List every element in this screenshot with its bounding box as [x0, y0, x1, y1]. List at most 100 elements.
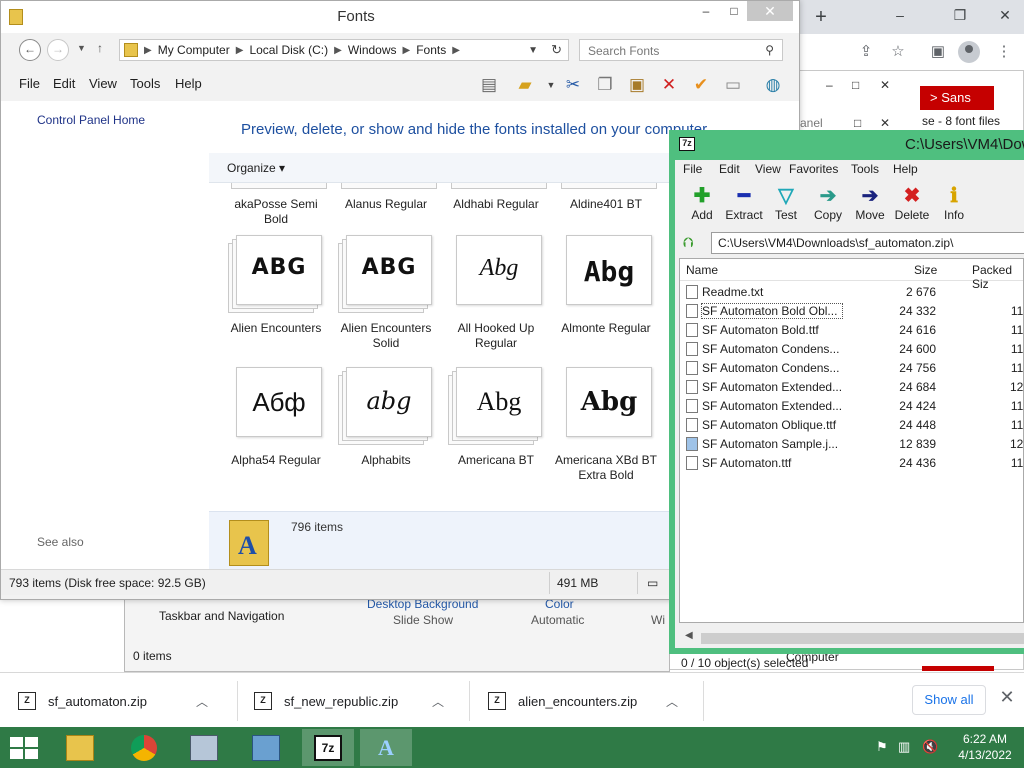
close-button[interactable]: ✕	[747, 1, 793, 21]
minimize-button[interactable]: –	[691, 1, 721, 21]
download-item[interactable]: Z sf_new_republic.zip ︿	[236, 681, 470, 721]
recent-dropdown-icon[interactable]: ▼	[77, 43, 86, 53]
taskbar-navigation-link[interactable]: Taskbar and Navigation	[159, 609, 284, 623]
folder-options-icon[interactable]: ▰	[513, 73, 537, 97]
bg-sub-close-icon[interactable]: ✕	[880, 116, 890, 130]
sans-serif-button[interactable]: > Sans serif	[920, 86, 994, 129]
chevron-up-icon[interactable]: ︿	[666, 693, 678, 710]
extract-button[interactable]: ━ Extract	[721, 184, 767, 222]
maximize-button[interactable]: □	[719, 1, 749, 21]
bg-minimize-icon[interactable]: –	[826, 78, 833, 92]
font-item[interactable]: ABG Alien Encounters Solid	[331, 235, 441, 351]
7zip-taskbar-icon[interactable]: 7z	[302, 729, 354, 766]
volume-muted-icon[interactable]: 🔇	[922, 739, 938, 755]
star-icon[interactable]: ☆	[884, 38, 912, 66]
font-item[interactable]: Abg Almonte Regular	[551, 235, 661, 336]
menu-view[interactable]: View	[755, 162, 781, 176]
browser-minimize-button[interactable]: –	[880, 0, 920, 30]
profile-avatar[interactable]	[958, 41, 980, 63]
download-item[interactable]: Z sf_automaton.zip ︿	[0, 681, 238, 721]
refresh-icon[interactable]: ↻	[551, 42, 562, 58]
download-item[interactable]: Z alien_encounters.zip ︿	[470, 681, 704, 721]
chrome-taskbar-icon[interactable]	[118, 729, 170, 766]
paste-icon[interactable]: ▣	[625, 73, 649, 97]
folder-up-icon[interactable]: ⮉	[683, 234, 694, 251]
breadcrumb-fonts[interactable]: Fonts	[416, 43, 446, 57]
menu-tools[interactable]: Tools	[851, 162, 879, 176]
forward-button[interactable]: →	[47, 39, 69, 61]
browser-close-button[interactable]: ✕	[985, 0, 1024, 30]
cut-icon[interactable]: ✂	[561, 73, 585, 97]
bg-sub-maximize-icon[interactable]: □	[854, 116, 861, 130]
list-item[interactable]: SF Automaton Extended... 24 684 12 03	[680, 378, 1023, 397]
menu-tools[interactable]: Tools	[130, 76, 160, 91]
font-item[interactable]: ABG Alien Encounters	[221, 235, 331, 336]
bg-maximize-icon[interactable]: □	[852, 78, 859, 92]
7zip-path-field[interactable]: C:\Users\VM4\Downloads\sf_automaton.zip\	[711, 232, 1024, 254]
move-button[interactable]: ➔ Move	[847, 184, 893, 222]
up-arrow-icon[interactable]: ↑	[97, 41, 103, 55]
list-item[interactable]: SF Automaton Extended... 24 424 11 42	[680, 397, 1023, 416]
action-center-flag-icon[interactable]: ⚑	[876, 739, 888, 755]
close-download-bar-icon[interactable]: ✕	[996, 687, 1018, 711]
list-item[interactable]: SF Automaton Oblique.ttf 24 448 11 83	[680, 416, 1023, 435]
globe-icon[interactable]: ◍	[761, 73, 785, 97]
font-item[interactable]: Aldhabi Regular	[441, 197, 551, 212]
network-status-icon[interactable]: ▥	[898, 739, 910, 755]
font-item[interactable]: Aldine401 BT	[551, 197, 661, 212]
list-item[interactable]: SF Automaton Bold.ttf 24 616 11 67	[680, 321, 1023, 340]
copy-icon[interactable]: ❐	[593, 73, 617, 97]
font-item[interactable]: akaPosse Semi Bold	[221, 197, 331, 227]
list-item[interactable]: SF Automaton Sample.j... 12 839 12 80	[680, 435, 1023, 454]
new-tab-button[interactable]: +	[808, 4, 834, 30]
font-item[interactable]: Abg All Hooked Up Regular	[441, 235, 551, 351]
copy-button[interactable]: ➔ Copy	[805, 184, 851, 222]
search-input[interactable]: Search Fonts ⚲	[579, 39, 783, 61]
chevron-right-icon[interactable]: ▶	[403, 45, 411, 56]
chevron-up-icon[interactable]: ︿	[432, 693, 444, 710]
chevron-right-icon[interactable]: ▶	[236, 45, 244, 56]
add-button[interactable]: ✚ Add	[679, 184, 725, 222]
menu-help[interactable]: Help	[893, 162, 918, 176]
chevron-right-icon[interactable]: ▶	[144, 45, 152, 56]
font-item[interactable]: Alanus Regular	[331, 197, 441, 212]
info-button[interactable]: ℹ Info	[931, 184, 977, 222]
menu-file[interactable]: File	[683, 162, 702, 176]
7zip-file-list[interactable]: Name Size Packed Siz Readme.txt 2 676 97 SF…	[679, 258, 1024, 623]
column-size[interactable]: Size	[914, 263, 937, 277]
start-button[interactable]	[10, 737, 38, 759]
breadcrumb-local-disk[interactable]: Local Disk (C:)	[249, 43, 328, 57]
address-dropdown-icon[interactable]: ▼	[528, 45, 538, 56]
chevron-up-icon[interactable]: ︿	[196, 693, 208, 710]
horizontal-scrollbar[interactable]: ◀	[679, 630, 1024, 646]
font-item[interactable]: Abg Americana XBd BT Extra Bold	[551, 367, 661, 483]
show-all-button[interactable]: Show all	[912, 685, 986, 715]
list-item[interactable]: Readme.txt 2 676 97	[680, 283, 1023, 302]
list-item[interactable]: SF Automaton.ttf 24 436 11 15	[680, 454, 1023, 473]
delete-button[interactable]: ✖ Delete	[889, 184, 935, 222]
scrollbar-thumb[interactable]	[701, 633, 1024, 644]
font-item[interactable]: Абф Alpha54 Regular	[221, 367, 331, 468]
computer-taskbar-icon[interactable]	[178, 729, 230, 766]
taskbar-clock[interactable]: 6:22 AM 4/13/2022	[952, 731, 1018, 763]
back-button[interactable]: ←	[19, 39, 41, 61]
control-panel-home-link[interactable]: Control Panel Home	[37, 113, 145, 127]
delete-icon[interactable]: ✕	[657, 73, 681, 97]
network-taskbar-icon[interactable]	[240, 729, 292, 766]
font-item[interactable]: abg Alphabits	[331, 367, 441, 468]
properties-icon[interactable]: ▭	[721, 73, 745, 97]
fonts-taskbar-icon[interactable]: A	[360, 729, 412, 766]
menu-edit[interactable]: Edit	[53, 76, 75, 91]
breadcrumb-windows[interactable]: Windows	[348, 43, 397, 57]
list-item[interactable]: SF Automaton Condens... 24 600 11 74	[680, 340, 1023, 359]
chevron-right-icon[interactable]: ▶	[334, 45, 342, 56]
bg-close-icon[interactable]: ✕	[880, 78, 890, 92]
address-bar[interactable]: ▶ My Computer ▶ Local Disk (C:) ▶ Window…	[119, 39, 569, 61]
share-icon[interactable]: ⇪	[852, 38, 880, 66]
organize-button[interactable]: Organize ▾	[227, 161, 285, 175]
chrome-menu-icon[interactable]: ⋮	[990, 38, 1018, 66]
menu-file[interactable]: File	[19, 76, 40, 91]
list-item[interactable]: SF Automaton Bold Obl... 24 332 11 94	[680, 302, 1023, 321]
chevron-right-icon[interactable]: ▶	[452, 45, 460, 56]
column-name[interactable]: Name	[686, 263, 718, 277]
